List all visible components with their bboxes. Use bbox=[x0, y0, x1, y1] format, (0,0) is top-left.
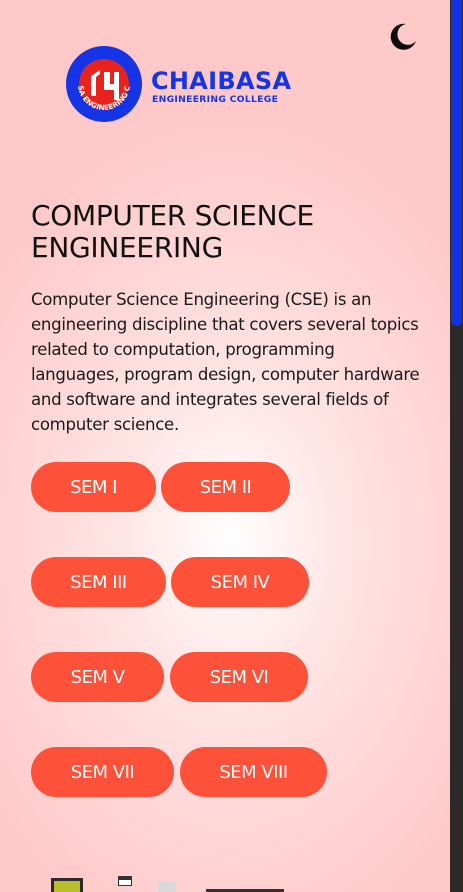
moon-icon[interactable] bbox=[386, 20, 418, 52]
document-icon bbox=[158, 882, 176, 892]
brand-subtitle: ENGINEERING COLLEGE bbox=[152, 94, 279, 105]
page-title: COMPUTER SCIENCE ENGINEERING bbox=[31, 199, 314, 264]
sem-2-button[interactable]: SEM II bbox=[161, 462, 290, 512]
department-description: Computer Science Engineering (CSE) is an… bbox=[31, 290, 420, 434]
footer-illustration bbox=[0, 868, 450, 892]
page-background: CHAIBASA ENGINEERING COLLEGE CHAIBASA EN… bbox=[0, 0, 450, 892]
sem-8-button[interactable]: SEM VIII bbox=[180, 747, 327, 797]
sem-1-button[interactable]: SEM I bbox=[31, 462, 156, 512]
sem-6-button[interactable]: SEM VI bbox=[170, 652, 308, 702]
brand-name: CHAIBASA bbox=[151, 67, 292, 95]
scrollbar-thumb[interactable] bbox=[451, 0, 462, 326]
window-icon bbox=[118, 876, 132, 886]
sem-4-button[interactable]: SEM IV bbox=[171, 557, 309, 607]
sem-3-button[interactable]: SEM III bbox=[31, 557, 166, 607]
monitor-icon bbox=[51, 878, 83, 892]
sem-5-button[interactable]: SEM V bbox=[31, 652, 164, 702]
college-logo[interactable]: CHAIBASA ENGINEERING COLLEGE bbox=[61, 37, 144, 124]
sem-7-button[interactable]: SEM VII bbox=[31, 747, 174, 797]
